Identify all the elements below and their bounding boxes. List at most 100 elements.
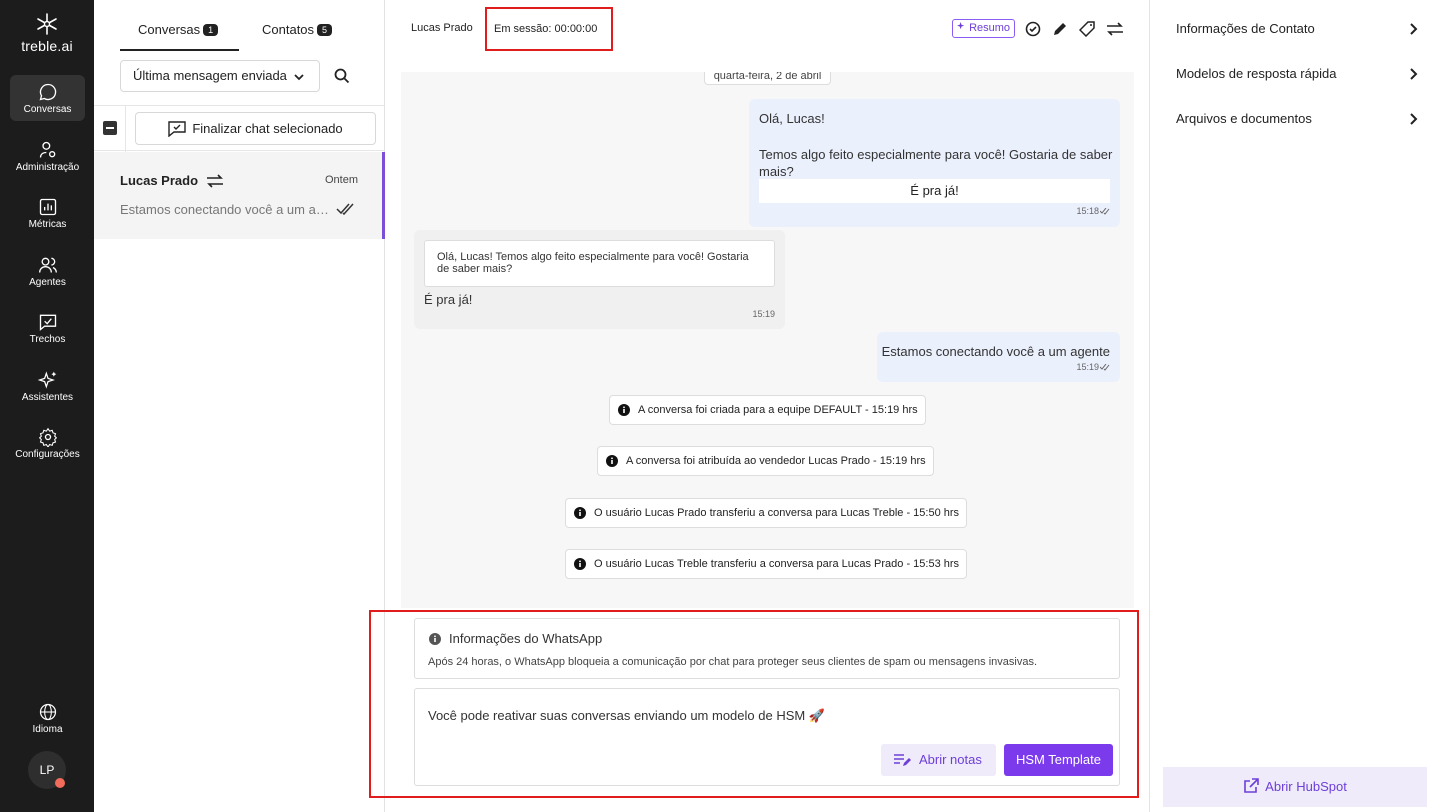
transfer-icon[interactable] xyxy=(1106,21,1124,37)
active-tab-indicator xyxy=(120,49,239,51)
tab-label: Contatos xyxy=(262,22,315,37)
nav-item-configuracoes[interactable]: Configurações xyxy=(10,420,85,466)
info-icon xyxy=(618,404,630,416)
check-circle-icon[interactable] xyxy=(1025,21,1041,37)
app: treble.ai Conversas Administração Métric… xyxy=(0,0,1440,812)
message-greeting: Olá, Lucas! xyxy=(759,111,825,126)
info-icon xyxy=(574,507,586,519)
conversation-time: Ontem xyxy=(324,174,358,186)
tab-conversas[interactable]: Conversas 1 xyxy=(138,22,219,37)
nav-label: Configurações xyxy=(15,449,80,460)
system-event: O usuário Lucas Treble transferiu a conv… xyxy=(565,549,968,579)
message-text: É pra já! xyxy=(424,292,473,307)
summary-button[interactable]: Resumo xyxy=(952,19,1016,38)
sparkles-icon xyxy=(37,371,56,389)
info-icon xyxy=(429,633,441,645)
hubspot-label: Abrir HubSpot xyxy=(1265,779,1347,794)
system-event-text: A conversa foi criada para a equipe DEFA… xyxy=(638,404,918,416)
conversation-name: Lucas Prado xyxy=(120,173,199,188)
system-event: A conversa foi atribuída ao vendedor Luc… xyxy=(597,446,934,476)
brand: treble.ai xyxy=(0,12,94,56)
double-check-icon xyxy=(1099,207,1110,215)
nav-label: Assistentes xyxy=(21,392,74,403)
nav-item-metricas[interactable]: Métricas xyxy=(10,190,85,236)
conversation-list-panel: Conversas 1 Contatos 5 Última mensagem env… xyxy=(94,0,385,812)
nav-item-trechos[interactable]: Trechos xyxy=(10,305,85,351)
tab-label: Conversas xyxy=(138,22,201,37)
info-icon xyxy=(606,455,618,467)
nav-label: Métricas xyxy=(28,219,67,230)
count-badge: 5 xyxy=(317,24,333,36)
whatsapp-info-text: Após 24 horas, o WhatsApp bloqueia a com… xyxy=(428,656,1038,668)
left-nav: treble.ai Conversas Administração Métric… xyxy=(0,0,94,812)
system-event: A conversa foi criada para a equipe DEFA… xyxy=(609,395,926,425)
chat-check-icon xyxy=(168,121,187,138)
nav-item-idioma[interactable]: Idioma xyxy=(10,695,85,741)
message-outgoing: Estamos conectando você a um agente 15:1… xyxy=(877,332,1120,382)
tag-icon[interactable] xyxy=(1079,21,1095,37)
tab-contatos[interactable]: Contatos 5 xyxy=(262,22,333,37)
agents-icon xyxy=(38,257,57,273)
side-item-label: Informações de Contato xyxy=(1176,21,1315,36)
chat-header: Lucas Prado Em sessão: 00:00:00 Resumo xyxy=(385,0,1150,60)
avatar[interactable]: LP xyxy=(28,751,66,789)
contact-name: Lucas Prado xyxy=(411,22,473,34)
system-event: O usuário Lucas Prado transferiu a conve… xyxy=(565,498,968,528)
message-time: 15:19 xyxy=(752,309,775,319)
search-icon[interactable] xyxy=(334,68,350,84)
system-event-text: O usuário Lucas Prado transferiu a conve… xyxy=(594,507,960,519)
side-item-files[interactable]: Arquivos e documentos xyxy=(1176,111,1418,126)
nav-label: Agentes xyxy=(29,277,66,288)
quoted-message: Olá, Lucas! Temos algo feito especialmen… xyxy=(424,240,775,287)
message-list: quarta-feira, 2 de abril Olá, Lucas! Tem… xyxy=(401,72,1134,608)
nav-item-administracao[interactable]: Administração xyxy=(10,133,85,179)
select-all-checkbox[interactable] xyxy=(103,121,117,135)
double-check-icon xyxy=(1099,363,1110,371)
pencil-icon[interactable] xyxy=(1052,21,1068,37)
nav-item-conversas[interactable]: Conversas xyxy=(10,75,85,121)
summary-label: Resumo xyxy=(969,22,1011,34)
message-time: 15:19 xyxy=(1076,362,1110,372)
finalize-chat-button[interactable]: Finalizar chat selecionado xyxy=(135,112,376,145)
time-text: 15:19 xyxy=(1076,362,1099,372)
side-item-quick-replies[interactable]: Modelos de resposta rápida xyxy=(1176,66,1418,81)
chevron-right-icon xyxy=(1410,113,1418,125)
metrics-chart-icon xyxy=(39,198,56,216)
snippets-icon xyxy=(39,314,56,331)
nav-item-assistentes[interactable]: Assistentes xyxy=(10,363,85,409)
system-event-text: O usuário Lucas Treble transferiu a conv… xyxy=(594,558,960,570)
sort-dropdown[interactable]: Última mensagem enviada xyxy=(120,60,320,92)
chat-panel: Lucas Prado Em sessão: 00:00:00 Resumo q… xyxy=(369,0,1150,812)
chevron-right-icon xyxy=(1410,68,1418,80)
nav-label: Trechos xyxy=(29,334,66,345)
message-time: 15:18 xyxy=(1076,206,1110,216)
nav-label: Idioma xyxy=(32,724,63,735)
nav-label: Conversas xyxy=(23,104,72,115)
list-toolbar: Finalizar chat selecionado xyxy=(94,105,385,152)
treble-logo-icon xyxy=(37,13,57,35)
composer: Você pode reativar suas conversas envian… xyxy=(414,688,1120,786)
open-notes-button[interactable]: Abrir notas xyxy=(881,744,996,776)
contact-side-panel: Informações de Contato Modelos de respos… xyxy=(1150,0,1440,812)
whatsapp-info-card: Informações do WhatsApp Após 24 horas, o… xyxy=(414,618,1120,679)
side-item-label: Arquivos e documentos xyxy=(1176,111,1312,126)
side-item-label: Modelos de resposta rápida xyxy=(1176,66,1337,81)
conversation-item[interactable]: Lucas Prado Ontem Estamos conectando voc… xyxy=(94,152,385,239)
chevron-down-icon xyxy=(294,74,304,81)
transfer-icon xyxy=(206,174,223,188)
system-event-text: A conversa foi atribuída ao vendedor Luc… xyxy=(626,455,926,467)
message-text: Estamos conectando você a um agente xyxy=(881,344,1110,359)
status-dot xyxy=(55,778,65,788)
hsm-template-button[interactable]: HSM Template xyxy=(1004,744,1113,776)
side-item-contact-info[interactable]: Informações de Contato xyxy=(1176,21,1418,36)
external-link-icon xyxy=(1244,778,1259,793)
sparkles-icon xyxy=(957,22,965,30)
nav-label: Administração xyxy=(15,162,80,173)
quick-reply-button[interactable]: É pra já! xyxy=(759,179,1110,203)
message-outgoing: Olá, Lucas! Temos algo feito especialmen… xyxy=(749,99,1120,227)
composer-text: Você pode reativar suas conversas envian… xyxy=(428,708,826,723)
nav-item-agentes[interactable]: Agentes xyxy=(10,248,85,294)
open-hubspot-button[interactable]: Abrir HubSpot xyxy=(1163,767,1427,807)
double-check-icon xyxy=(336,203,354,215)
session-timer: Em sessão: 00:00:00 xyxy=(485,7,613,51)
